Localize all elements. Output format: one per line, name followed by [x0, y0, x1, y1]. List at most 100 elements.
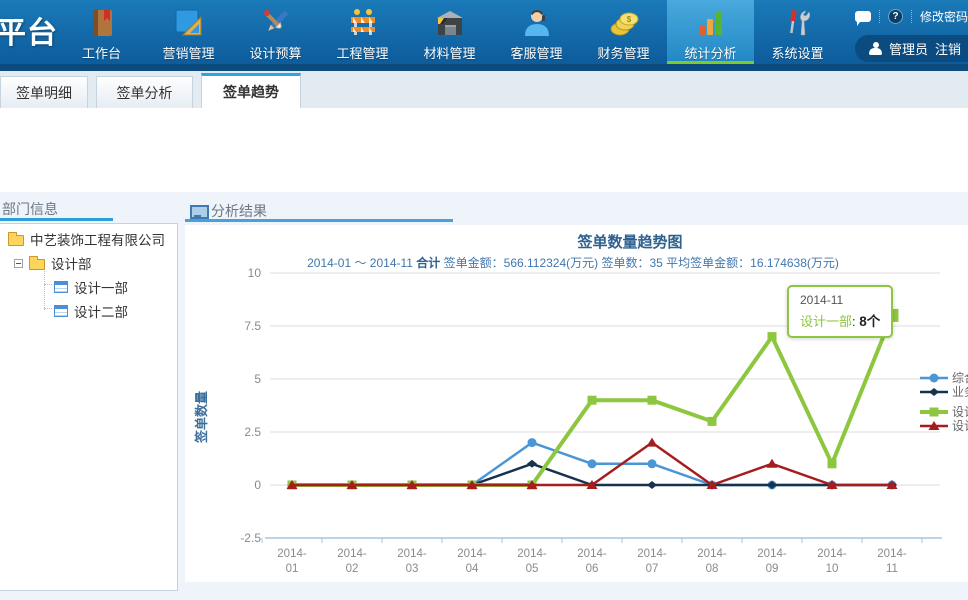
- svg-text:2014-: 2014-: [397, 548, 427, 560]
- svg-text:07: 07: [646, 563, 659, 575]
- svg-text:08: 08: [706, 563, 719, 575]
- nav-finance[interactable]: $ 财务管理: [580, 0, 667, 64]
- svg-text:0: 0: [254, 478, 261, 492]
- divider: [879, 10, 880, 23]
- set-square-icon: [145, 4, 232, 42]
- svg-text:2014-: 2014-: [757, 548, 787, 560]
- tab-order-details[interactable]: 签单明细: [0, 76, 88, 108]
- svg-text:$: $: [626, 15, 631, 24]
- svg-text:10: 10: [248, 266, 262, 280]
- tab-order-analysis[interactable]: 签单分析: [96, 76, 193, 108]
- workbench-book-icon: [58, 4, 145, 42]
- monitor-icon: [190, 205, 205, 218]
- result-section-header: 分析结果: [190, 201, 267, 221]
- legend-item-2: 设计一部: [920, 404, 968, 419]
- message-icon[interactable]: [855, 11, 871, 22]
- section-underline: [185, 219, 453, 222]
- department-table-icon: [54, 305, 68, 317]
- top-navigation-bar: 平台 工作台 营销管理 设计预算: [0, 0, 968, 64]
- construction-barrier-icon: [319, 4, 406, 42]
- tree-node-design-dept[interactable]: 设计部: [14, 253, 92, 273]
- support-agent-icon: [493, 4, 580, 42]
- coins-icon: $: [580, 4, 667, 42]
- trend-line-chart[interactable]: 签单数量趋势图 2014-01 ～ 2014-11 合计 签单金额：566.112…: [185, 225, 968, 582]
- svg-text:-2.5: -2.5: [240, 531, 261, 545]
- app-window: 平台 工作台 营销管理 设计预算: [0, 0, 968, 600]
- user-menu[interactable]: 管理员 注销: [855, 35, 968, 62]
- change-password-link[interactable]: 修改密码: [920, 8, 968, 25]
- svg-text:06: 06: [586, 563, 599, 575]
- nav-marketing[interactable]: 营销管理: [145, 0, 232, 64]
- nav-statistics[interactable]: 统计分析: [667, 0, 754, 64]
- tooltip-value: 8个: [859, 314, 880, 329]
- nav-design-budget[interactable]: 设计预算: [232, 0, 319, 64]
- nav-engineering[interactable]: 工程管理: [319, 0, 406, 64]
- chart-tooltip: 2014-11 设计一部: 8个: [787, 285, 893, 338]
- pencil-brush-icon: [232, 4, 319, 42]
- nav-workbench[interactable]: 工作台: [58, 0, 145, 64]
- topbar-quick-links: 修改密码: [855, 8, 968, 25]
- nav-label: 工作台: [58, 43, 145, 62]
- tree-node-design-dept-1[interactable]: 设计一部: [54, 277, 128, 297]
- divider: [911, 10, 912, 23]
- tab-bar: 签单明细 签单分析 签单趋势: [0, 71, 968, 108]
- svg-text:09: 09: [766, 563, 779, 575]
- department-table-icon: [54, 281, 68, 293]
- svg-text:2014-: 2014-: [457, 548, 487, 560]
- main-nav: 工作台 营销管理 设计预算 工程管理: [58, 0, 841, 64]
- logout-link[interactable]: 注销: [935, 39, 961, 58]
- legend-item-3: 设计二部: [920, 418, 968, 433]
- nav-label: 工程管理: [319, 43, 406, 62]
- svg-text:2014-: 2014-: [277, 548, 307, 560]
- svg-text:2.5: 2.5: [244, 425, 261, 439]
- nav-material[interactable]: 材料管理: [406, 0, 493, 64]
- chart-title: 签单数量趋势图: [576, 233, 682, 251]
- svg-text:02: 02: [346, 563, 359, 575]
- nav-label: 客服管理: [493, 43, 580, 62]
- nav-customer-service[interactable]: 客服管理: [493, 0, 580, 64]
- tree-node-company[interactable]: 中艺装饰工程有限公司: [8, 229, 165, 249]
- svg-text:2014-: 2014-: [817, 548, 847, 560]
- legend-item-1: 业务部: [920, 384, 968, 399]
- nav-label: 财务管理: [580, 43, 667, 62]
- svg-text:7.5: 7.5: [244, 319, 261, 333]
- nav-label: 设计预算: [232, 43, 319, 62]
- tooltip-date: 2014-11: [800, 293, 880, 307]
- help-icon[interactable]: [888, 9, 903, 24]
- svg-text:设计一部: 设计一部: [952, 404, 968, 419]
- svg-text:设计二部: 设计二部: [952, 418, 968, 433]
- svg-text:2014-: 2014-: [877, 548, 907, 560]
- svg-text:2014-: 2014-: [697, 548, 727, 560]
- tooltip-series-name: 设计一部: [800, 314, 852, 329]
- nav-label: 材料管理: [406, 43, 493, 62]
- svg-text:综合部: 综合部: [952, 370, 968, 385]
- nav-label: 系统设置: [754, 43, 841, 62]
- section-underline: [0, 218, 113, 221]
- tree-connector: [44, 308, 52, 309]
- svg-text:10: 10: [826, 563, 839, 575]
- svg-text:03: 03: [406, 563, 419, 575]
- nav-system-settings[interactable]: 系统设置: [754, 0, 841, 64]
- folder-icon: [8, 235, 24, 246]
- result-title: 分析结果: [211, 201, 267, 221]
- chart-subtitle: 2014-01 ～ 2014-11 合计 签单金额：566.112324(万元)…: [307, 255, 839, 270]
- folder-icon: [29, 259, 45, 270]
- svg-text:05: 05: [526, 563, 539, 575]
- svg-text:业务部: 业务部: [952, 384, 968, 399]
- tree-connector: [44, 284, 52, 285]
- user-icon: [869, 42, 882, 55]
- chart-y-axis-label: 签单数量: [194, 391, 209, 444]
- svg-text:2014-: 2014-: [517, 548, 547, 560]
- warehouse-icon: [406, 4, 493, 42]
- nav-label: 统计分析: [667, 43, 754, 62]
- svg-text:5: 5: [254, 372, 261, 386]
- header-divider-strip: [0, 64, 968, 71]
- department-info-title: 部门信息: [2, 199, 58, 219]
- tab-order-trend[interactable]: 签单趋势: [201, 73, 301, 108]
- tree-node-design-dept-2[interactable]: 设计二部: [54, 301, 128, 321]
- svg-text:11: 11: [886, 563, 898, 575]
- svg-text:04: 04: [466, 563, 479, 575]
- tools-icon: [754, 4, 841, 42]
- collapse-icon[interactable]: [14, 259, 23, 268]
- svg-text:01: 01: [286, 563, 299, 575]
